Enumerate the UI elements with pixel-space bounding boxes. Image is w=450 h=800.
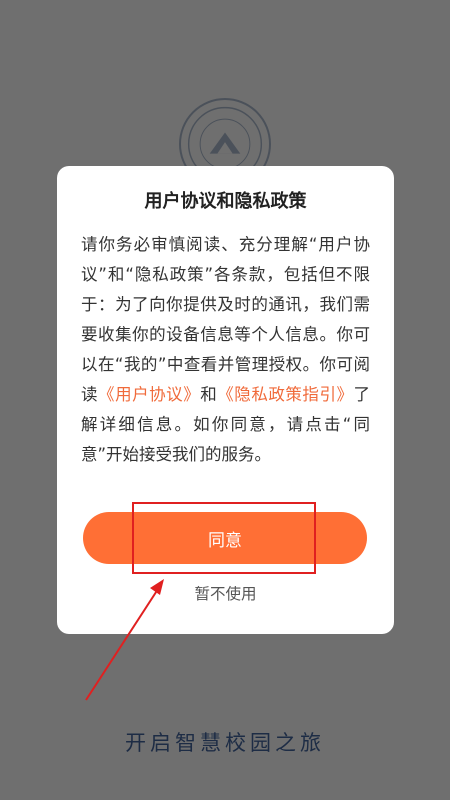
body-text-1: 请你务必审慎阅读、充分理解“用户协议”和“隐私政策”各条款，包括但不限于：为了向… xyxy=(81,235,370,404)
user-agreement-link[interactable]: 《用户协议》 xyxy=(98,385,200,404)
annotation-highlight-box xyxy=(132,502,316,574)
body-text-2: 和 xyxy=(200,385,218,404)
decline-button[interactable]: 暂不使用 xyxy=(57,582,394,604)
dialog-title: 用户协议和隐私政策 xyxy=(144,191,307,212)
dialog-body: 请你务必审慎阅读、充分理解“用户协议”和“隐私政策”各条款，包括但不限于：为了向… xyxy=(81,230,370,470)
slogan-text: 开启智慧校园之旅 xyxy=(125,731,325,755)
privacy-guide-link[interactable]: 《隐私政策指引》 xyxy=(217,385,353,404)
